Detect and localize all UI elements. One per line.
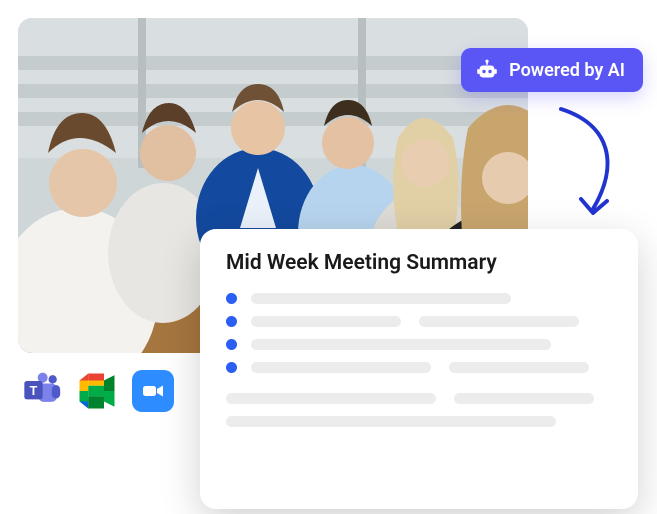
hero-stage: Powered by AI Mid Week Meeting Summary [0,0,657,514]
powered-by-ai-badge: Powered by AI [461,48,643,92]
summary-paragraph-block [226,393,612,427]
skeleton-line [449,362,589,373]
card-title: Mid Week Meeting Summary [226,251,612,275]
meeting-summary-card: Mid Week Meeting Summary [200,229,638,509]
skeleton-line [251,339,551,350]
summary-bullet-row [226,316,612,327]
bullet-dot-icon [226,339,237,350]
svg-text:T: T [30,384,38,398]
skeleton-line [251,316,401,327]
microsoft-teams-icon: T [20,370,62,412]
ai-badge-label: Powered by AI [509,60,625,81]
google-meet-icon [76,373,118,409]
skeleton-line [454,393,594,404]
bullet-dot-icon [226,362,237,373]
integration-app-icons: T [20,370,174,412]
zoom-icon [132,370,174,412]
skeleton-line [251,362,431,373]
skeleton-line [226,416,556,427]
bullet-dot-icon [226,316,237,327]
summary-bullet-row [226,339,612,350]
summary-bullet-row [226,293,612,304]
bullet-dot-icon [226,293,237,304]
arrow-icon [541,105,631,225]
skeleton-line [419,316,579,327]
robot-icon [475,58,499,82]
skeleton-line [226,393,436,404]
summary-bullet-row [226,362,612,373]
skeleton-line [251,293,511,304]
